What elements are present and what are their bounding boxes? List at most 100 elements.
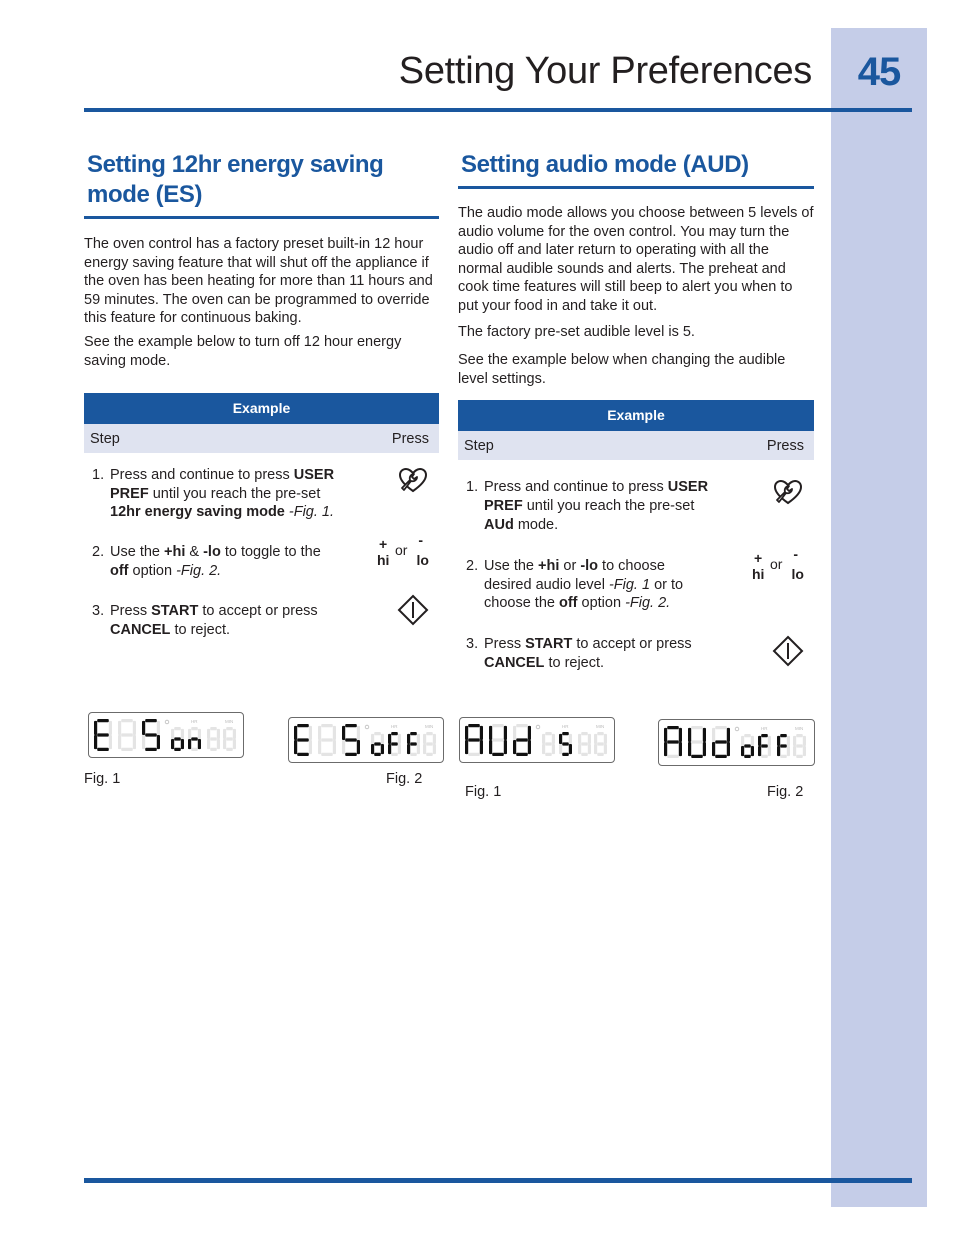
lcd-segment [793,735,797,746]
figure-caption: Fig. 1 [465,784,502,800]
lcd-segment [597,742,604,746]
lcd-segment [294,725,298,740]
lcd-segment [374,742,381,746]
column-step: Step [464,437,494,454]
lcd-segment [118,735,122,750]
lcd-segment [712,727,716,742]
lcd-segment [758,735,762,746]
paragraph: The audio mode allows you choose between… [458,205,814,314]
lcd-segment [559,733,563,744]
lcd-segment [492,752,504,756]
lcd-segment [667,740,679,744]
lcd-segment [777,746,781,757]
step-text: Press and continue to press USER PREF un… [484,479,709,533]
lcd-segment [188,739,192,750]
example-table: Example Step Press 1. Press and continue … [458,400,814,672]
lcd-segment [197,728,201,739]
lcd-segment [318,725,322,740]
lcd-segment [527,725,531,740]
lcd-segment [145,719,157,723]
lcd-segment [503,725,507,740]
lcd-segment [562,732,569,736]
lcd-segment [318,740,322,755]
lcd-segment [688,727,692,742]
lcd-label: MIN [795,726,803,731]
page-number: 45 [857,50,902,94]
lcd-display-es-fig1: HR MIN [88,712,244,758]
lcd-segment [121,733,133,737]
column-press: Press [766,437,804,454]
lcd-segment [342,740,346,755]
lcd-segment [226,727,233,731]
lcd-segment [715,726,727,730]
lcd-segment [226,747,233,751]
step-number: 2. [466,558,479,575]
lcd-segment [516,752,528,756]
paragraph: The factory pre-set audible level is 5. [458,323,695,340]
or-label: or [395,541,408,558]
user-pref-wrench-heart-icon [397,466,429,500]
section-heading: Setting audio mode (AUD) [461,151,749,178]
lcd-segment [594,744,598,755]
lcd-segment [750,735,754,746]
lcd-segment [297,724,309,728]
lcd-segment [416,733,420,744]
lcd-segment [321,724,333,728]
lcd-segment [332,740,336,755]
lcd-segment [581,732,588,736]
lcd-segment [587,744,591,755]
lcd-segment [492,738,504,742]
lcd-segment [108,735,112,750]
lcd-segment [489,740,493,755]
lcd-segment [121,747,133,751]
example-table: Example Step Press 1. Press and continue … [84,393,439,639]
lcd-segment [761,734,768,738]
lcd-segment [741,746,745,757]
lcd-segment [597,732,604,736]
lcd-segment [416,744,420,755]
lcd-segment [587,733,591,744]
lcd-segment [750,746,754,757]
lo-key-label: lo [416,551,429,568]
step-row: 3. Press START to accept or press CANCEL … [458,635,814,672]
lcd-segment [551,744,555,755]
lcd-segment [542,733,546,744]
hi-lo-keys-icon: + - hi or lo [377,532,429,571]
lcd-segment [678,742,682,757]
lcd-segment [174,727,181,731]
lcd-segment [664,727,668,742]
start-diamond-icon [397,594,429,632]
lcd-segment [688,742,692,757]
lcd-segment [691,754,703,758]
step-row: 2. Use the +hi or -lo to choose desired a… [458,546,814,613]
lcd-segment [578,744,582,755]
lcd-segment [180,728,184,739]
lcd-segment [712,742,716,757]
lcd-segment [207,739,211,750]
lcd-segment [180,739,184,750]
lcd-segment [391,742,398,746]
degree-icon [164,719,170,725]
footer-rule [84,1178,912,1183]
lcd-segment [308,740,312,755]
lcd-segment [397,733,401,744]
lcd-label: HR [391,724,398,729]
lcd-segment [97,747,109,751]
lcd-segment [678,727,682,742]
lcd-segment [744,744,751,748]
lcd-segment [174,747,181,751]
step-text: Use the +hi or -lo to choose desired aud… [484,558,684,612]
lcd-segment [371,733,375,744]
example-column-headers: Step Press [458,431,814,461]
lcd-segment [479,725,483,740]
lcd-segment [426,742,433,746]
lcd-segment [191,747,198,751]
lcd-display-aud-fig1: HR MIN [459,717,615,763]
lcd-segment [545,732,552,736]
lcd-segment [796,744,803,748]
lcd-segment [603,733,607,744]
lcd-segment [345,752,357,756]
lcd-segment [216,739,220,750]
lcd-segment [308,725,312,740]
lcd-segment [562,752,569,756]
